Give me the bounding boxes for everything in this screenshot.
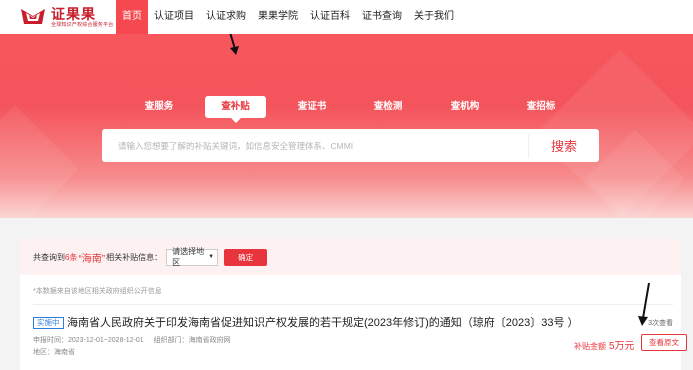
nav-menu: 首页 认证项目 认证求购 果果学院 认证百科 证书查询 关于我们 [116,0,460,34]
decor-shape [0,105,79,218]
tab-institutions[interactable]: 查机构 [439,96,491,118]
region-label: 地区： [33,349,54,356]
view-count: 3次查看 [648,320,673,327]
top-nav: 证果果 全球知识产权综合服务平台 首页 认证项目 认证求购 果果学院 认证百科 … [0,0,693,34]
date-value: 2023-12-01~2028-12-01 [68,337,144,344]
logo-icon [20,7,46,27]
data-source-note: *本数据来自该地区相关政府组织公开信息 [33,288,162,295]
status-badge: 实施中 [33,317,64,329]
tab-services[interactable]: 查服务 [133,96,185,118]
region-select-value: 请选择地区 [172,247,205,267]
amount-value: 5万元 [609,341,635,352]
nav-item-home[interactable]: 首页 [116,0,148,34]
chevron-down-icon: ▼ [208,254,215,260]
logo[interactable]: 证果果 全球知识产权综合服务平台 [20,7,116,28]
tab-subsidies[interactable]: 查补贴 [205,96,266,123]
results-panel: 共查询到 6条 “海南” 相关补贴信息： 请选择地区 ▼ 确定 *本数据来自该地… [20,239,687,370]
hero-banner: 查服务 查补贴 查证书 查检测 查机构 查招标 搜索 [0,34,693,218]
nav-item-cert-projects[interactable]: 认证项目 [148,0,200,34]
search-input[interactable] [102,129,528,162]
result-keyword: “海南” [78,253,106,265]
tab-certificates[interactable]: 查证书 [286,96,338,118]
org-value: 海南省政府网 [188,337,231,344]
nav-item-academy[interactable]: 果果学院 [252,0,304,34]
filter-bar: 共查询到 6条 “海南” 相关补贴信息： 请选择地区 ▼ 确定 [20,239,681,275]
search-tabs: 查服务 查补贴 查证书 查检测 查机构 查招标 [0,96,693,123]
nav-item-cert-query[interactable]: 证书查询 [356,0,408,34]
result-count: 6条 [65,252,78,262]
pointer-arrow-icon [229,34,239,55]
tab-tenders[interactable]: 查招标 [515,96,567,118]
view-original-button[interactable]: 查看原文 [641,334,687,351]
date-label: 申报时间： [33,337,68,344]
list-item: 实施中 海南省人民政府关于印发海南省促进知识产权发展的若干规定(2023年修订)… [33,313,687,368]
search-button[interactable]: 搜索 [529,136,599,155]
nav-item-about[interactable]: 关于我们 [408,0,460,34]
org-label: 组织部门： [153,337,189,344]
logo-subtitle: 全球知识产权综合服务平台 [51,21,114,28]
amount-label: 补贴金额 [574,342,606,351]
nav-item-cert-purchase[interactable]: 认证求购 [200,0,252,34]
item-title-link[interactable]: 海南省人民政府关于印发海南省促进知识产权发展的若干规定(2023年修订)的通知（… [67,314,579,330]
confirm-button[interactable]: 确定 [224,248,268,266]
result-suffix: 相关补贴信息： [106,252,163,262]
subsidy-amount: 补贴金额 5万元 [574,337,635,352]
tab-testing[interactable]: 查检测 [362,96,414,118]
logo-title: 证果果 [51,5,96,22]
divider [33,304,673,305]
region-select[interactable]: 请选择地区 ▼ [166,247,219,267]
result-prefix: 共查询到 [33,252,65,262]
pointer-arrow-icon [638,282,650,326]
nav-item-encyclopedia[interactable]: 认证百科 [304,0,356,34]
region-value: 海南省 [54,349,75,356]
item-region: 地区：海南省 [33,347,75,357]
search-bar: 搜索 [102,129,599,162]
item-meta: 申报时间：2023-12-01~2028-12-01 组织部门：海南省政府网 [33,335,231,345]
